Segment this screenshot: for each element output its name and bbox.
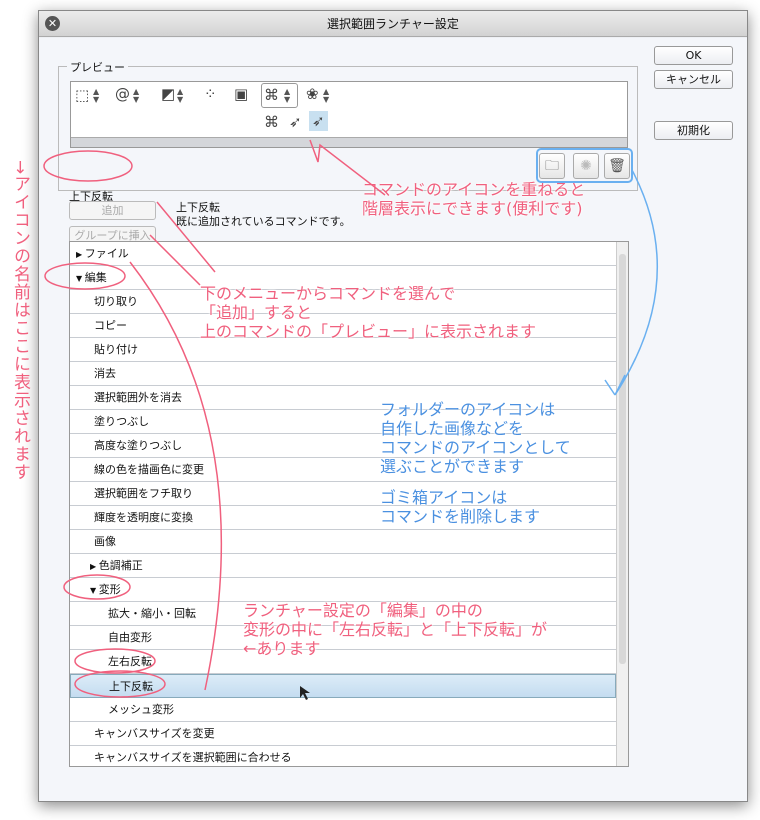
list-scrollbar[interactable] — [616, 242, 628, 766]
annotation-stack: コマンドのアイコンを重ねると 階層表示にできます(便利です) — [362, 180, 586, 218]
window-title: 選択範囲ランチャー設定 — [327, 17, 459, 31]
collapsed-arrow-icon[interactable]: ▶ — [76, 250, 85, 259]
transform-icon[interactable]: ⌘ — [264, 113, 279, 131]
loading-icon-button[interactable]: ✺ — [573, 153, 599, 179]
preview-label: プレビュー — [67, 59, 128, 75]
description-message: 既に追加されているコマンドです。 — [176, 215, 351, 228]
list-item-label: 貼り付け — [94, 343, 138, 356]
spinner-icon: ▲ ▼ — [284, 87, 291, 104]
list-item-label: 変形 — [98, 583, 121, 596]
expanded-arrow-icon[interactable]: ▼ — [76, 274, 85, 283]
folder-icon-button[interactable]: 🗀 — [539, 153, 565, 179]
list-item-label: 選択範囲をフチ取り — [94, 487, 193, 500]
list-item-label: 消去 — [94, 367, 116, 380]
cancel-button[interactable]: キャンセル — [654, 70, 733, 89]
crop-icon[interactable]: ▣ — [234, 85, 248, 103]
list-item-label: コピー — [94, 319, 127, 332]
spinner-icon[interactable]: ▲ ▼ — [133, 88, 139, 104]
spinner-icon[interactable]: ▲ ▼ — [323, 88, 329, 104]
trash-icon-button[interactable]: 🗑 — [604, 153, 630, 179]
annotation-vertical: →アイコンの名前はここに表示されます — [10, 160, 30, 482]
ok-button[interactable]: OK — [654, 46, 733, 65]
expanded-arrow-icon[interactable]: ▼ — [90, 586, 99, 595]
list-item[interactable]: メッシュ変形 — [70, 698, 616, 722]
transform-group-button[interactable]: ⌘ ▲ ▼ — [261, 83, 298, 108]
list-item[interactable]: ▼ 変形 — [70, 578, 616, 602]
list-item-label: 輝度を透明度に変換 — [94, 511, 193, 524]
list-item[interactable]: ▶ ファイル — [70, 242, 616, 266]
list-item-label: ファイル — [84, 247, 129, 260]
annotation-transform: ランチャー設定の「編集」の中の 変形の中に「左右反転」と「上下反転」が ←あります — [243, 601, 548, 658]
lasso-icon[interactable]: ❀ — [306, 85, 319, 103]
command-description: 上下反転 既に追加されているコマンドです。 — [176, 201, 351, 229]
list-item-label: 自由変形 — [108, 631, 152, 644]
list-item[interactable]: 画像 — [70, 530, 616, 554]
select-all-icon[interactable]: ⬚ — [75, 86, 89, 104]
list-item[interactable]: 上下反転 — [70, 674, 616, 698]
list-item[interactable]: キャンバスサイズを選択範囲に合わせる — [70, 746, 616, 766]
list-item-label: メッシュ変形 — [108, 703, 174, 716]
preview-scrollbar[interactable] — [71, 137, 627, 147]
list-item-label: キャンバスサイズを選択範囲に合わせる — [94, 751, 292, 764]
spinner-icon[interactable]: ▲ ▼ — [177, 88, 183, 104]
list-item-label: 画像 — [94, 535, 116, 548]
close-icon[interactable]: ✕ — [45, 16, 60, 31]
list-item-label: 選択範囲外を消去 — [94, 391, 182, 404]
list-item-label: 塗りつぶし — [94, 415, 150, 428]
dots-icon[interactable]: ⁘ — [204, 85, 217, 103]
list-item-label: 拡大・縮小・回転 — [108, 607, 196, 620]
list-item[interactable]: キャンバスサイズを変更 — [70, 722, 616, 746]
description-name: 上下反転 — [176, 201, 220, 214]
annotation-folder: フォルダーのアイコンは 自作した画像などを コマンドのアイコンとして 選ぶことができま… — [380, 400, 571, 476]
flip-horizontal-icon[interactable]: ➶ — [289, 113, 302, 131]
invert-selection-icon[interactable]: ◩ — [161, 85, 175, 103]
collapsed-arrow-icon[interactable]: ▶ — [90, 562, 99, 571]
list-item-label: 高度な塗りつぶし — [94, 439, 183, 452]
list-item[interactable]: 貼り付け — [70, 338, 616, 362]
list-item-label: 左右反転 — [108, 655, 152, 668]
annotation-add: 下のメニューからコマンドを選んで 「追加」すると 上のコマンドの「プレビュー」に表示… — [200, 284, 537, 341]
reset-button[interactable]: 初期化 — [654, 121, 733, 140]
list-item[interactable]: 消去 — [70, 362, 616, 386]
annotation-trash: ゴミ箱アイコンは コマンドを削除します — [380, 488, 541, 526]
title-bar: ✕ 選択範囲ランチャー設定 — [39, 11, 747, 37]
list-item-label: 線の色を描画色に変更 — [94, 463, 204, 476]
spiral-icon[interactable]: @ — [115, 85, 130, 103]
spinner-icon[interactable]: ▲ ▼ — [93, 88, 99, 104]
transform-icon: ⌘ — [264, 86, 279, 104]
add-button[interactable]: 追加 — [69, 201, 156, 220]
preview-tray: ⬚ ▲ ▼ @ ▲ ▼ ◩ ▲ ▼ ⁘ ▣ ⌘ ▲ ▼ ❀ ▲ ▼ ⌘ ➶ ➶ — [70, 81, 628, 148]
list-item-label: 編集 — [84, 271, 107, 284]
list-item-label: 切り取り — [94, 295, 138, 308]
list-item-label: 上下反転 — [109, 680, 153, 693]
flip-vertical-icon[interactable]: ➶ — [309, 111, 328, 131]
list-item[interactable]: ▶ 色調補正 — [70, 554, 616, 578]
list-item-label: キャンバスサイズを変更 — [94, 727, 215, 740]
list-item-label: 色調補正 — [98, 559, 143, 572]
